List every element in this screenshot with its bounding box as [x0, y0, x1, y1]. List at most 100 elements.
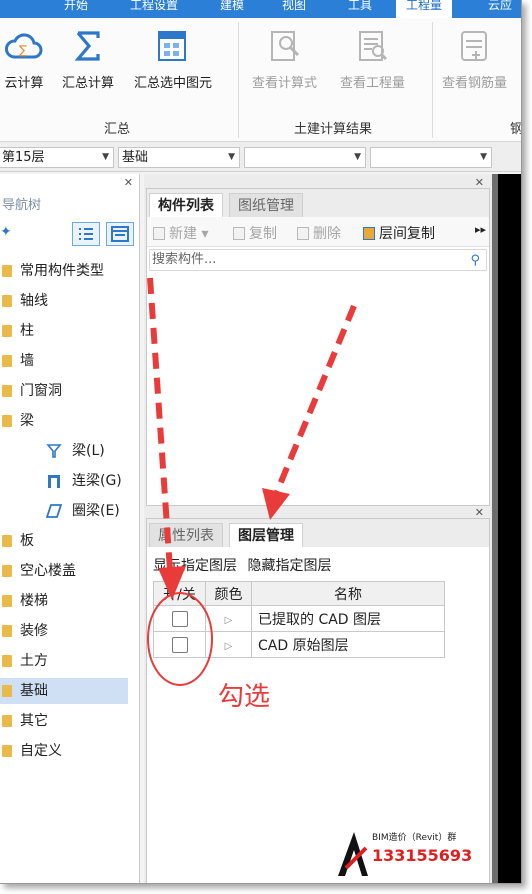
component-panel: 构件列表 图纸管理 新建 ▾ 复制 删除 层间复制 ▸▸ 搜索构件... ⚲: [146, 188, 490, 506]
nav-item-coupling-beam[interactable]: 连梁(G): [0, 468, 140, 494]
copy-label: 复制: [249, 226, 277, 242]
nav-item-stairs[interactable]: 楼梯: [0, 588, 140, 614]
nav-item-label: 常用构件类型: [20, 263, 104, 279]
nav-item-decoration[interactable]: 装修: [0, 618, 140, 644]
layer-checkbox[interactable]: [171, 636, 188, 653]
app-window: 开始 工程设置 建模 视图 工具 工程量 云应 ∑ 云计算 汇总计算 汇总选中图…: [0, 0, 522, 884]
expand-icon[interactable]: ▷: [225, 615, 233, 626]
view-quantity-button[interactable]: 查看工程量: [340, 26, 405, 91]
summary-calc-label: 汇总计算: [62, 76, 115, 91]
folder-open-icon: [2, 415, 12, 427]
table-row: ▷ 已提取的 CAD 图层: [153, 605, 445, 632]
menu-tab-cloud[interactable]: 云应: [488, 0, 512, 18]
view-rebar-icon: [442, 26, 507, 66]
show-layer-link[interactable]: 显示指定图层: [153, 558, 237, 574]
nav-title: 导航树: [2, 198, 42, 213]
nav-item-custom[interactable]: 自定义: [0, 738, 140, 764]
ribbon: ∑ 云计算 汇总计算 汇总选中图元 查看计算式 查看工程量 查看钢筋量 汇总 土…: [0, 18, 522, 142]
navigation-panel: ✕ 导航树 ✦ 常用构件类型 轴线 柱 墙 门窗洞 梁 梁(L) 连梁(G) 圈…: [0, 174, 140, 883]
color-cell: ▷: [205, 631, 252, 658]
tab-drawing-management[interactable]: 图纸管理: [229, 193, 303, 217]
canvas-edge: [498, 174, 521, 883]
menu-tab-modeling[interactable]: 建模: [220, 0, 244, 18]
cloud-calc-button[interactable]: ∑ 云计算: [4, 26, 44, 91]
layer-name-cell: CAD 原始图层: [251, 631, 445, 658]
list-view-button[interactable]: [72, 222, 100, 246]
layer-checkbox[interactable]: [171, 610, 188, 627]
selector-bar: 第15层 ▼ 基础 ▼ ▼ ▼: [0, 142, 521, 172]
nav-item-label: 土方: [20, 653, 48, 669]
menu-tab-view[interactable]: 视图: [282, 0, 306, 18]
close-icon[interactable]: ✕: [124, 176, 133, 189]
component-tabs: 构件列表 图纸管理: [147, 189, 489, 217]
copy-button[interactable]: 复制: [233, 223, 277, 243]
item-select[interactable]: ▼: [370, 147, 492, 168]
view-rebar-button[interactable]: 查看钢筋量: [442, 26, 507, 91]
nav-item-other[interactable]: 其它: [0, 708, 140, 734]
nav-item-earthwork[interactable]: 土方: [0, 648, 140, 674]
expand-icon[interactable]: ▷: [225, 641, 233, 652]
nav-item-column[interactable]: 柱: [0, 318, 140, 344]
view-formula-button[interactable]: 查看计算式: [252, 26, 317, 91]
menu-tab-start[interactable]: 开始: [64, 0, 88, 18]
chevron-down-icon: ▼: [228, 152, 235, 162]
panel-view-button[interactable]: [106, 222, 134, 246]
search-input[interactable]: 搜索构件... ⚲: [149, 249, 487, 271]
menu-tab-tools[interactable]: 工具: [348, 0, 372, 18]
nav-item-label: 柱: [20, 323, 34, 339]
ribbon-separator: [238, 22, 239, 138]
coupling-beam-icon: [48, 475, 60, 488]
beam-icon: [46, 444, 62, 458]
more-icon[interactable]: ▸▸: [475, 223, 486, 236]
type-select[interactable]: ▼: [244, 147, 366, 168]
panel-icon: [111, 226, 129, 242]
summary-calc-button[interactable]: 汇总计算: [62, 26, 114, 91]
folder-icon: [2, 325, 12, 337]
folder-icon: [2, 265, 12, 277]
tab-component-list[interactable]: 构件列表: [149, 193, 223, 217]
folder-icon: [2, 685, 12, 697]
new-icon: [153, 227, 165, 240]
list-icon: [79, 228, 93, 240]
menu-tab-project-settings[interactable]: 工程设置: [130, 0, 178, 18]
floor-copy-button[interactable]: 层间复制: [363, 223, 435, 243]
copy-icon: [233, 227, 245, 240]
nav-item-label: 墙: [20, 353, 34, 369]
delete-button[interactable]: 删除: [297, 223, 341, 243]
nav-item-foundation[interactable]: 基础: [0, 678, 128, 704]
nav-item-axis[interactable]: 轴线: [0, 288, 140, 314]
calc-selected-button[interactable]: 汇总选中图元: [134, 26, 212, 91]
nav-item-openings[interactable]: 门窗洞: [0, 378, 140, 404]
color-cell: ▷: [205, 605, 252, 632]
view-formula-icon: [252, 26, 317, 66]
folder-icon: [2, 595, 12, 607]
new-button[interactable]: 新建 ▾: [153, 223, 208, 243]
nav-item-slab[interactable]: 板: [0, 528, 140, 554]
delete-label: 删除: [313, 226, 341, 242]
nav-item-label: 连梁(G): [72, 473, 122, 489]
nav-item-common-types[interactable]: 常用构件类型: [0, 258, 140, 284]
folder-icon: [2, 385, 12, 397]
tab-layer-management[interactable]: 图层管理: [229, 523, 303, 547]
tab-property-list[interactable]: 属性列表: [149, 523, 223, 547]
nav-item-ring-beam[interactable]: 圈梁(E): [0, 498, 140, 524]
nav-item-label: 基础: [20, 683, 48, 699]
new-label: 新建: [169, 226, 197, 242]
nav-item-wall[interactable]: 墙: [0, 348, 140, 374]
calc-selected-icon: [134, 26, 212, 66]
view-quantity-label: 查看工程量: [340, 76, 406, 91]
nav-item-beam-l[interactable]: 梁(L): [0, 438, 140, 464]
nav-item-hollow-floor[interactable]: 空心楼盖: [0, 558, 140, 584]
floor-copy-icon: [363, 227, 375, 240]
ribbon-separator: [432, 22, 433, 138]
nav-item-beam[interactable]: 梁: [0, 408, 140, 434]
column-header-onoff: 开/关: [153, 581, 206, 606]
hide-layer-link[interactable]: 隐藏指定图层: [247, 558, 331, 574]
floor-select[interactable]: 第15层 ▼: [0, 147, 114, 168]
group-label-rebar: 钢: [510, 122, 522, 137]
search-icon[interactable]: ⚲: [470, 251, 480, 271]
chevron-down-icon: ▼: [102, 152, 109, 162]
pin-icon[interactable]: ✦: [0, 224, 12, 240]
menu-tab-quantity[interactable]: 工程量: [396, 0, 453, 18]
category-select[interactable]: 基础 ▼: [118, 147, 240, 168]
